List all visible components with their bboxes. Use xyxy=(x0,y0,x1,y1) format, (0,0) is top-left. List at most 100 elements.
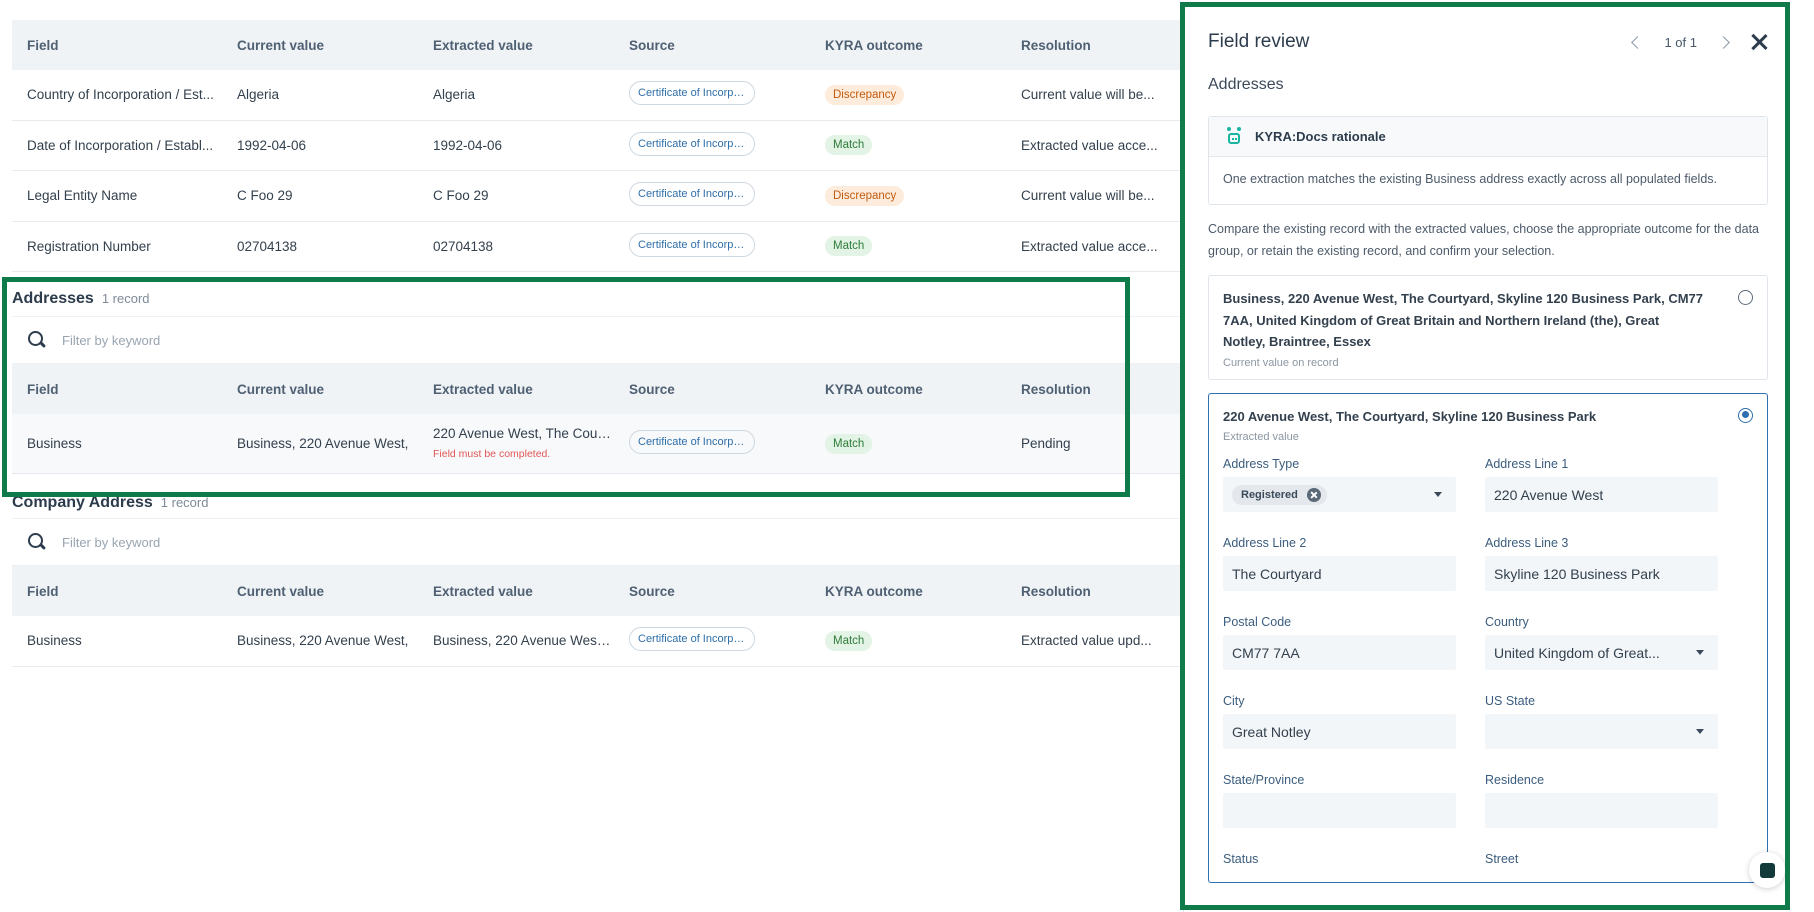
chevron-left-icon[interactable] xyxy=(1631,35,1645,49)
field-label: Address Type xyxy=(1223,457,1300,471)
option-subtitle: Current value on record xyxy=(1223,356,1339,369)
addresses-filter[interactable]: Filter by keyword xyxy=(12,316,1180,364)
field-label: Address Line 2 xyxy=(1223,536,1307,550)
extracted-value: Algeria xyxy=(433,87,476,103)
option-subtitle: Extracted value xyxy=(1223,431,1299,443)
chevron-right-icon[interactable] xyxy=(1717,35,1730,49)
close-icon[interactable] xyxy=(1750,33,1768,51)
field-name: Registration Number xyxy=(27,238,151,254)
table-row[interactable]: Legal Entity Name C Foo 29 C Foo 29 Cert… xyxy=(12,171,1180,222)
source-pill[interactable]: Certificate of Incorpo... xyxy=(629,81,755,106)
field-address-line-3: Address Line 3 Skyline 120 Business Park xyxy=(1485,532,1718,611)
table-row-selected[interactable]: Business Business, 220 Avenue West, 220 … xyxy=(12,414,1180,474)
outcome-badge: Discrepancy xyxy=(825,185,905,206)
field-label: Status xyxy=(1223,852,1259,866)
panel-title: Field review xyxy=(1208,31,1310,52)
address-line-3-input[interactable]: Skyline 120 Business Park xyxy=(1485,556,1718,591)
col-extracted: Extracted value xyxy=(433,583,533,599)
field-review-panel: Field review 1 of 1 Addresses KYRA:Docs … xyxy=(1183,4,1789,912)
table-row[interactable]: Country of Incorporation / Est... Algeri… xyxy=(12,70,1180,121)
address-line-2-input[interactable]: The Courtyard xyxy=(1223,556,1456,591)
col-outcome: KYRA outcome xyxy=(825,381,923,397)
field-address-line-2: Address Line 2 The Courtyard xyxy=(1223,532,1456,611)
panel-header: Field review 1 of 1 xyxy=(1208,4,1768,80)
remove-chip-icon[interactable] xyxy=(1306,487,1321,502)
residence-input[interactable] xyxy=(1485,793,1718,828)
col-field: Field xyxy=(27,583,59,599)
chip-label: Registered xyxy=(1241,488,1298,501)
col-source: Source xyxy=(629,583,675,599)
source-pill[interactable]: Certificate of Incorpo... xyxy=(629,627,755,652)
search-icon xyxy=(28,331,46,349)
option-title: Business, 220 Avenue West, The Courtyard… xyxy=(1223,291,1703,349)
field-street: Street xyxy=(1485,848,1718,868)
radio-extracted[interactable] xyxy=(1738,407,1753,423)
field-label: State/Province xyxy=(1223,773,1305,787)
source-pill[interactable]: Certificate of Incorpo... xyxy=(629,232,755,257)
source-pill[interactable]: Certificate of Incorpo... xyxy=(629,131,755,156)
pager-text: 1 of 1 xyxy=(1664,34,1697,50)
chevron-down-icon[interactable] xyxy=(1434,492,1442,497)
table-header: Field Current value Extracted value Sour… xyxy=(12,20,1180,70)
col-current: Current value xyxy=(237,37,325,53)
field-label: City xyxy=(1223,694,1245,708)
postal-code-input[interactable]: CM77 7AA xyxy=(1223,635,1456,670)
address-type-select[interactable]: Registered xyxy=(1223,477,1456,512)
select-value: United Kingdom of Great... xyxy=(1494,644,1660,661)
field-label: Address Line 3 xyxy=(1485,536,1569,550)
chevron-down-icon[interactable] xyxy=(1696,650,1704,655)
current-value: 1992-04-06 xyxy=(237,137,307,153)
current-value: Business, 220 Avenue West, xyxy=(237,436,409,451)
field-label: Country xyxy=(1485,615,1529,629)
field-name: Country of Incorporation / Est... xyxy=(27,87,214,103)
filter-input[interactable]: Filter by keyword xyxy=(62,333,160,348)
radio-current[interactable] xyxy=(1738,290,1753,305)
source-pill[interactable]: Certificate of Incorpo... xyxy=(629,430,755,454)
field-city: City Great Notley xyxy=(1223,690,1456,769)
resolution-text: Extracted value upd... xyxy=(1021,633,1152,649)
option-extracted-value[interactable]: 220 Avenue West, The Courtyard, Skyline … xyxy=(1208,392,1768,883)
field-state-province: State/Province xyxy=(1223,769,1456,848)
section-name: Company Address xyxy=(12,494,153,511)
resolution-text: Current value will be... xyxy=(1021,87,1155,103)
field-label: Address Line 1 xyxy=(1485,457,1569,471)
field-status: Status xyxy=(1223,848,1456,868)
input-value: Skyline 120 Business Park xyxy=(1494,565,1660,582)
table-row[interactable]: Date of Incorporation / Establ... 1992-0… xyxy=(12,121,1180,171)
panel-subtitle: Addresses xyxy=(1208,76,1284,93)
outcome-badge: Match xyxy=(825,630,873,651)
table-row[interactable]: Registration Number 02704138 02704138 Ce… xyxy=(12,222,1180,272)
country-select[interactable]: United Kingdom of Great... xyxy=(1485,635,1718,670)
outcome-badge: Match xyxy=(825,135,873,156)
extracted-value: 220 Avenue West, The Courtya xyxy=(433,425,614,441)
us-state-select[interactable] xyxy=(1485,714,1718,749)
chevron-down-icon[interactable] xyxy=(1696,729,1704,734)
rationale-card: KYRA:Docs rationale One extraction match… xyxy=(1208,116,1768,205)
rationale-header: KYRA:Docs rationale xyxy=(1209,117,1767,157)
col-outcome: KYRA outcome xyxy=(825,37,923,53)
record-count: 1 record xyxy=(101,291,150,306)
table-row[interactable]: Business Business, 220 Avenue West, Busi… xyxy=(12,616,1180,667)
instructions-text: Compare the existing record with the ext… xyxy=(1208,222,1760,258)
field-name: Business xyxy=(27,436,82,451)
review-tables: Field Current value Extracted value Sour… xyxy=(12,20,1180,667)
resolution-text: Pending xyxy=(1021,436,1071,451)
col-resolution: Resolution xyxy=(1021,37,1091,53)
col-source: Source xyxy=(629,381,675,397)
input-value: The Courtyard xyxy=(1232,565,1322,582)
company-address-filter[interactable]: Filter by keyword xyxy=(12,518,1180,566)
col-field: Field xyxy=(27,381,59,397)
option-current-value[interactable]: Business, 220 Avenue West, The Courtyard… xyxy=(1208,275,1768,380)
field-name: Legal Entity Name xyxy=(27,188,138,204)
address-line-1-input[interactable]: 220 Avenue West xyxy=(1485,477,1718,512)
filter-input[interactable]: Filter by keyword xyxy=(62,535,160,550)
field-address-line-1: Address Line 1 220 Avenue West xyxy=(1485,453,1718,532)
col-current: Current value xyxy=(237,583,325,599)
pager: 1 of 1 xyxy=(1631,33,1768,51)
state-province-input[interactable] xyxy=(1223,793,1456,828)
source-pill[interactable]: Certificate of Incorpo... xyxy=(629,182,755,207)
assistant-button[interactable] xyxy=(1749,852,1785,888)
table-header: Field Current value Extracted value Sour… xyxy=(12,364,1180,414)
city-input[interactable]: Great Notley xyxy=(1223,714,1456,749)
record-count: 1 record xyxy=(160,495,209,510)
